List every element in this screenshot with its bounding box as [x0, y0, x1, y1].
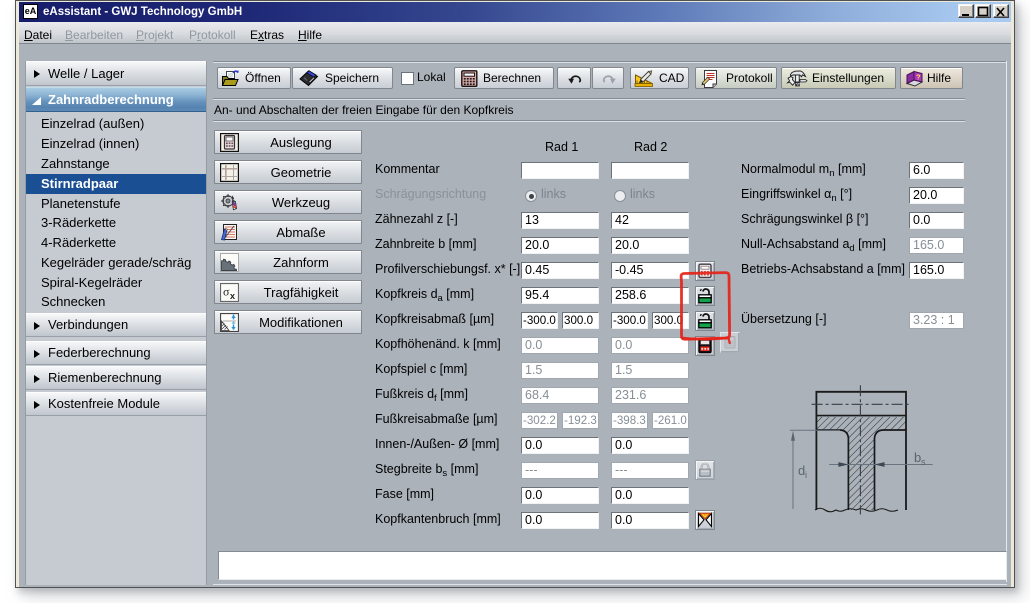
- svg-text:σ: σ: [223, 285, 230, 299]
- svg-text:x: x: [230, 291, 235, 301]
- svg-text:?: ?: [916, 73, 921, 82]
- svg-text:s: s: [921, 457, 926, 467]
- svg-text:i: i: [805, 470, 807, 480]
